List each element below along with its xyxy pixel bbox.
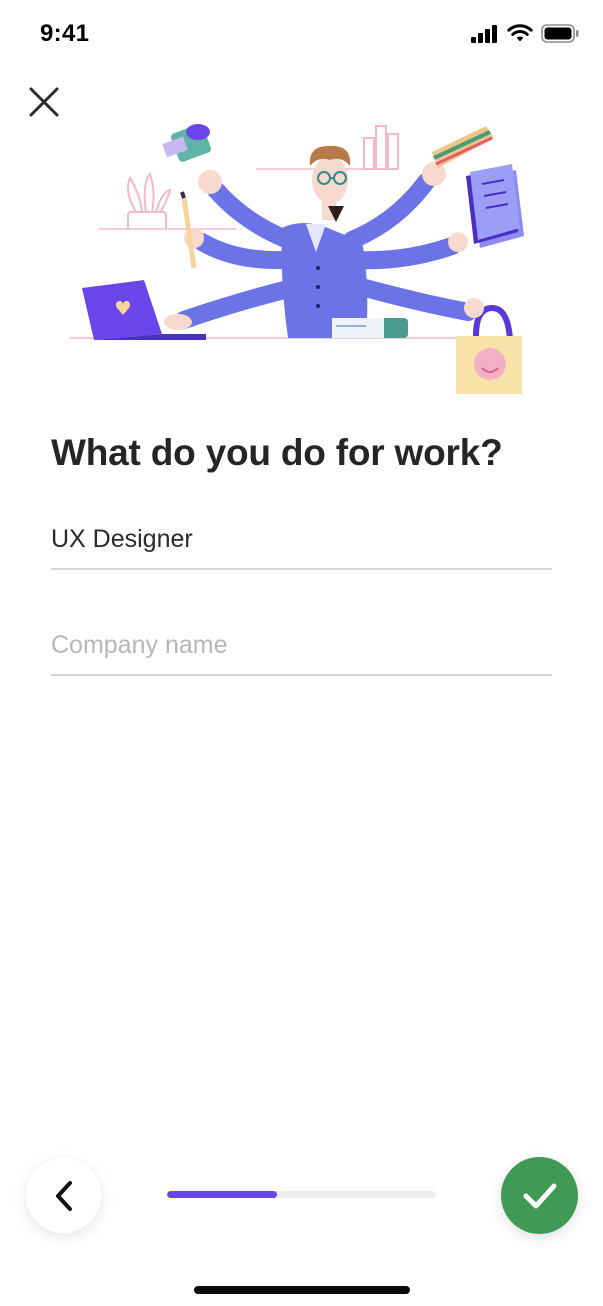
book-illustration (332, 318, 408, 338)
wifi-icon (507, 24, 533, 42)
home-indicator (194, 1286, 410, 1294)
plant-outline (127, 171, 172, 229)
checkmark-icon (523, 1183, 556, 1208)
page-title: What do you do for work? (51, 432, 503, 473)
confirm-button[interactable] (501, 1157, 578, 1234)
status-bar: 9:41 (0, 0, 603, 70)
mug-illustration (162, 124, 211, 162)
multitasking-illustration (70, 124, 524, 394)
sandwich-illustration (432, 126, 494, 168)
company-name-input[interactable] (51, 616, 552, 674)
job-title-field[interactable] (51, 510, 552, 570)
battery-icon (541, 24, 579, 43)
back-button[interactable] (26, 1158, 101, 1233)
close-button[interactable] (20, 78, 68, 126)
bag-illustration (456, 304, 522, 394)
job-title-input[interactable] (51, 510, 552, 568)
company-name-field[interactable] (51, 616, 552, 676)
close-icon (29, 87, 59, 117)
status-time: 9:41 (40, 20, 90, 47)
progress-bar-fill (167, 1191, 278, 1198)
bar-outline (363, 125, 399, 170)
progress-bar (167, 1191, 436, 1198)
chevron-left-icon (55, 1180, 72, 1211)
cellular-signal-icon (471, 24, 497, 43)
status-icons (471, 24, 579, 43)
document-illustration (466, 164, 524, 248)
